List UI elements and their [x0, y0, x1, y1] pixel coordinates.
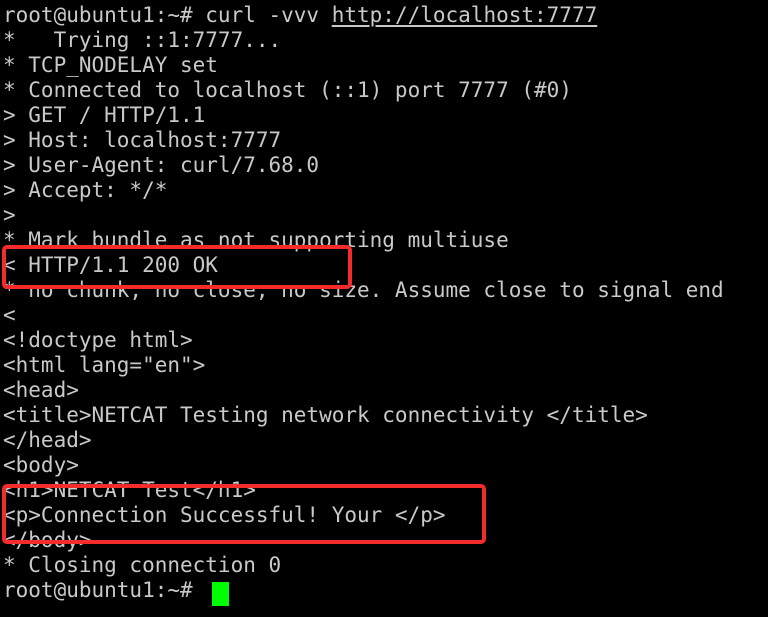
- terminal-line-h1: <h1>NETCAT Test</h1>: [3, 478, 256, 502]
- terminal-line-head-close: </head>: [3, 428, 92, 452]
- terminal-line-html-open: <html lang="en">: [3, 353, 206, 377]
- terminal-cursor: [212, 582, 229, 606]
- terminal-line-final-prompt: root@ubuntu1:~#: [3, 578, 206, 602]
- terminal-line-request-user-agent: > User-Agent: curl/7.68.0: [3, 153, 320, 177]
- terminal-line-request-host: > Host: localhost:7777: [3, 128, 282, 152]
- terminal-line-body-close: </body>: [3, 528, 92, 552]
- terminal-line-doctype: <!doctype html>: [3, 328, 193, 352]
- terminal-line-request-get: > GET / HTTP/1.1: [3, 103, 206, 127]
- terminal-line-http-status: < HTTP/1.1 200 OK: [3, 253, 218, 277]
- terminal-line-connected: * Connected to localhost (::1) port 7777…: [3, 78, 572, 102]
- terminal-line-head-open: <head>: [3, 378, 79, 402]
- shell-prompt-and-command: root@ubuntu1:~# curl -vvv: [3, 3, 332, 27]
- url-link[interactable]: http://localhost:7777: [332, 3, 598, 27]
- terminal-line-trying: * Trying ::1:7777...: [3, 28, 282, 52]
- terminal-line-paragraph: <p>Connection Successful! Your </p>: [3, 503, 446, 527]
- terminal-line-tcp-nodelay: * TCP_NODELAY set: [3, 53, 218, 77]
- terminal-line-command: root@ubuntu1:~# curl -vvv http://localho…: [3, 3, 768, 28]
- terminal-line-response-blank: <: [3, 303, 16, 327]
- terminal-screen: root@ubuntu1:~# curl -vvv http://localho…: [0, 0, 768, 617]
- terminal-line-closing-connection: * Closing connection 0: [3, 553, 282, 577]
- terminal-line-no-chunk: * no chunk, no close, no size. Assume cl…: [3, 278, 724, 302]
- terminal-output[interactable]: root@ubuntu1:~# curl -vvv http://localho…: [0, 0, 768, 617]
- terminal-line-mark-bundle: * Mark bundle as not supporting multiuse: [3, 228, 509, 252]
- terminal-line-request-blank: >: [3, 203, 16, 227]
- terminal-line-title: <title>NETCAT Testing network connectivi…: [3, 403, 648, 427]
- terminal-line-request-accept: > Accept: */*: [3, 178, 168, 202]
- terminal-line-body-open: <body>: [3, 453, 79, 477]
